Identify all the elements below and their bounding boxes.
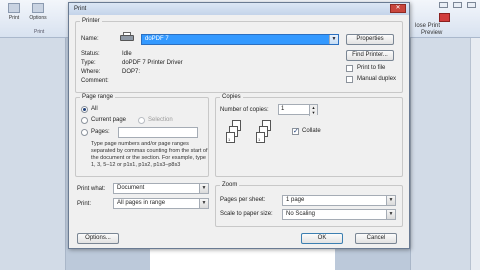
page-range-section-label: Page range [80, 94, 116, 100]
print-to-file-checkbox[interactable] [346, 65, 353, 72]
selection-label: Selection [148, 117, 173, 123]
scale-to-paper-dropdown[interactable]: No Scaling ▼ [282, 209, 396, 220]
printer-name-label: Name: [81, 36, 99, 42]
current-page-label: Current page [91, 117, 127, 123]
page-range-group: Page range All Current page Selection Pa… [75, 94, 209, 177]
copies-value: 1 [281, 106, 285, 112]
pages-input[interactable] [118, 127, 198, 138]
current-page-radio[interactable] [81, 117, 88, 124]
spin-down-icon[interactable]: ▼ [310, 110, 317, 115]
options-button[interactable]: Options... [77, 233, 119, 244]
vertical-scrollbar[interactable] [470, 38, 480, 270]
print-to-file-label: Print to file [357, 65, 386, 71]
ribbon-print-button[interactable]: Print [4, 3, 24, 25]
pages-per-sheet-value: 1 page [286, 197, 305, 203]
preview-label: Preview [421, 30, 443, 36]
copies-input[interactable]: 1 ▲ ▼ [278, 104, 318, 116]
pages-per-sheet-dropdown[interactable]: 1 page ▼ [282, 195, 396, 206]
copies-spinner[interactable]: ▲ ▼ [309, 105, 317, 116]
page-range-all-label: All [91, 106, 98, 112]
manual-duplex-label: Manual duplex [357, 76, 397, 82]
pages-label: Pages: [91, 129, 110, 135]
copies-group: Copies Number of copies: 1 ▲ ▼ 3 2 1 3 2… [215, 94, 403, 177]
zoom-section-label: Zoom [220, 182, 240, 188]
close-preview-icon [439, 13, 450, 22]
comment-label: Comment: [81, 78, 109, 84]
scale-to-paper-label: Scale to paper size: [220, 211, 273, 217]
printer-name-value: doPDF 7 [145, 36, 169, 42]
type-label: Type: [81, 60, 96, 66]
where-label: Where: [81, 69, 101, 75]
printer-group: Printer Name: doPDF 7 ▼ Properties Statu… [75, 18, 403, 93]
zoom-group: Zoom Pages per sheet: 1 page ▼ Scale to … [215, 182, 403, 227]
window-controls [439, 2, 476, 8]
print-what-dropdown[interactable]: Document ▼ [113, 183, 209, 194]
print-what-value: Document [117, 185, 145, 191]
print-what-label: Print what: [77, 186, 106, 192]
dialog-body: Printer Name: doPDF 7 ▼ Properties Statu… [69, 15, 409, 248]
collate-checkbox[interactable] [292, 127, 299, 135]
manual-duplex-checkbox[interactable] [346, 76, 353, 83]
page-range-help-text: Type page numbers and/or page ranges sep… [91, 141, 208, 168]
printer-icon [120, 32, 134, 41]
ribbon-group-label: Print [34, 29, 45, 35]
print-value: All pages in range [117, 200, 166, 206]
where-value: DOP7: [122, 69, 141, 75]
copies-section-label: Copies [220, 94, 243, 100]
collate-label: Collate [302, 128, 321, 134]
status-label: Status: [81, 51, 100, 57]
chevron-down-icon: ▼ [386, 196, 395, 205]
number-of-copies-label: Number of copies: [220, 107, 269, 113]
minimize-icon[interactable] [439, 2, 448, 8]
selection-radio[interactable] [138, 117, 145, 124]
printer-icon [8, 3, 20, 13]
restore-icon[interactable] [453, 2, 462, 8]
close-print-preview-button[interactable]: lose Print Preview [409, 0, 480, 38]
chevron-down-icon: ▼ [199, 199, 208, 208]
chevron-down-icon: ▼ [386, 210, 395, 219]
ribbon-options-label: Options [29, 15, 47, 21]
ok-button[interactable]: OK [301, 233, 343, 244]
close-preview-label: lose Print [415, 23, 441, 29]
close-window-icon[interactable] [467, 2, 476, 8]
type-value: doPDF 7 Printer Driver [122, 60, 183, 66]
printer-section-label: Printer [80, 18, 102, 24]
ribbon-print-label: Print [8, 15, 20, 21]
left-pane [0, 38, 66, 270]
page-range-all-radio[interactable] [81, 106, 88, 113]
printer-name-dropdown[interactable]: doPDF 7 ▼ [141, 34, 339, 45]
chevron-down-icon: ▼ [199, 184, 208, 193]
ribbon-options-button[interactable]: Options [25, 3, 51, 25]
status-value: Idle [122, 51, 132, 57]
pages-radio[interactable] [81, 129, 88, 136]
scale-to-paper-value: No Scaling [286, 211, 316, 217]
chevron-down-icon: ▼ [329, 35, 338, 44]
print-label: Print: [77, 201, 92, 207]
options-icon [32, 3, 44, 13]
dialog-titlebar[interactable]: Print ✕ [69, 3, 409, 15]
find-printer-button[interactable]: Find Printer... [346, 50, 394, 61]
print-dialog: Print ✕ Printer Name: doPDF 7 ▼ Properti… [68, 2, 410, 249]
cancel-button[interactable]: Cancel [355, 233, 397, 244]
pages-per-sheet-label: Pages per sheet: [220, 197, 266, 203]
dialog-title: Print [74, 6, 87, 12]
print-dropdown[interactable]: All pages in range ▼ [113, 198, 209, 209]
dialog-close-button[interactable]: ✕ [390, 4, 406, 13]
properties-button[interactable]: Properties [346, 34, 394, 45]
